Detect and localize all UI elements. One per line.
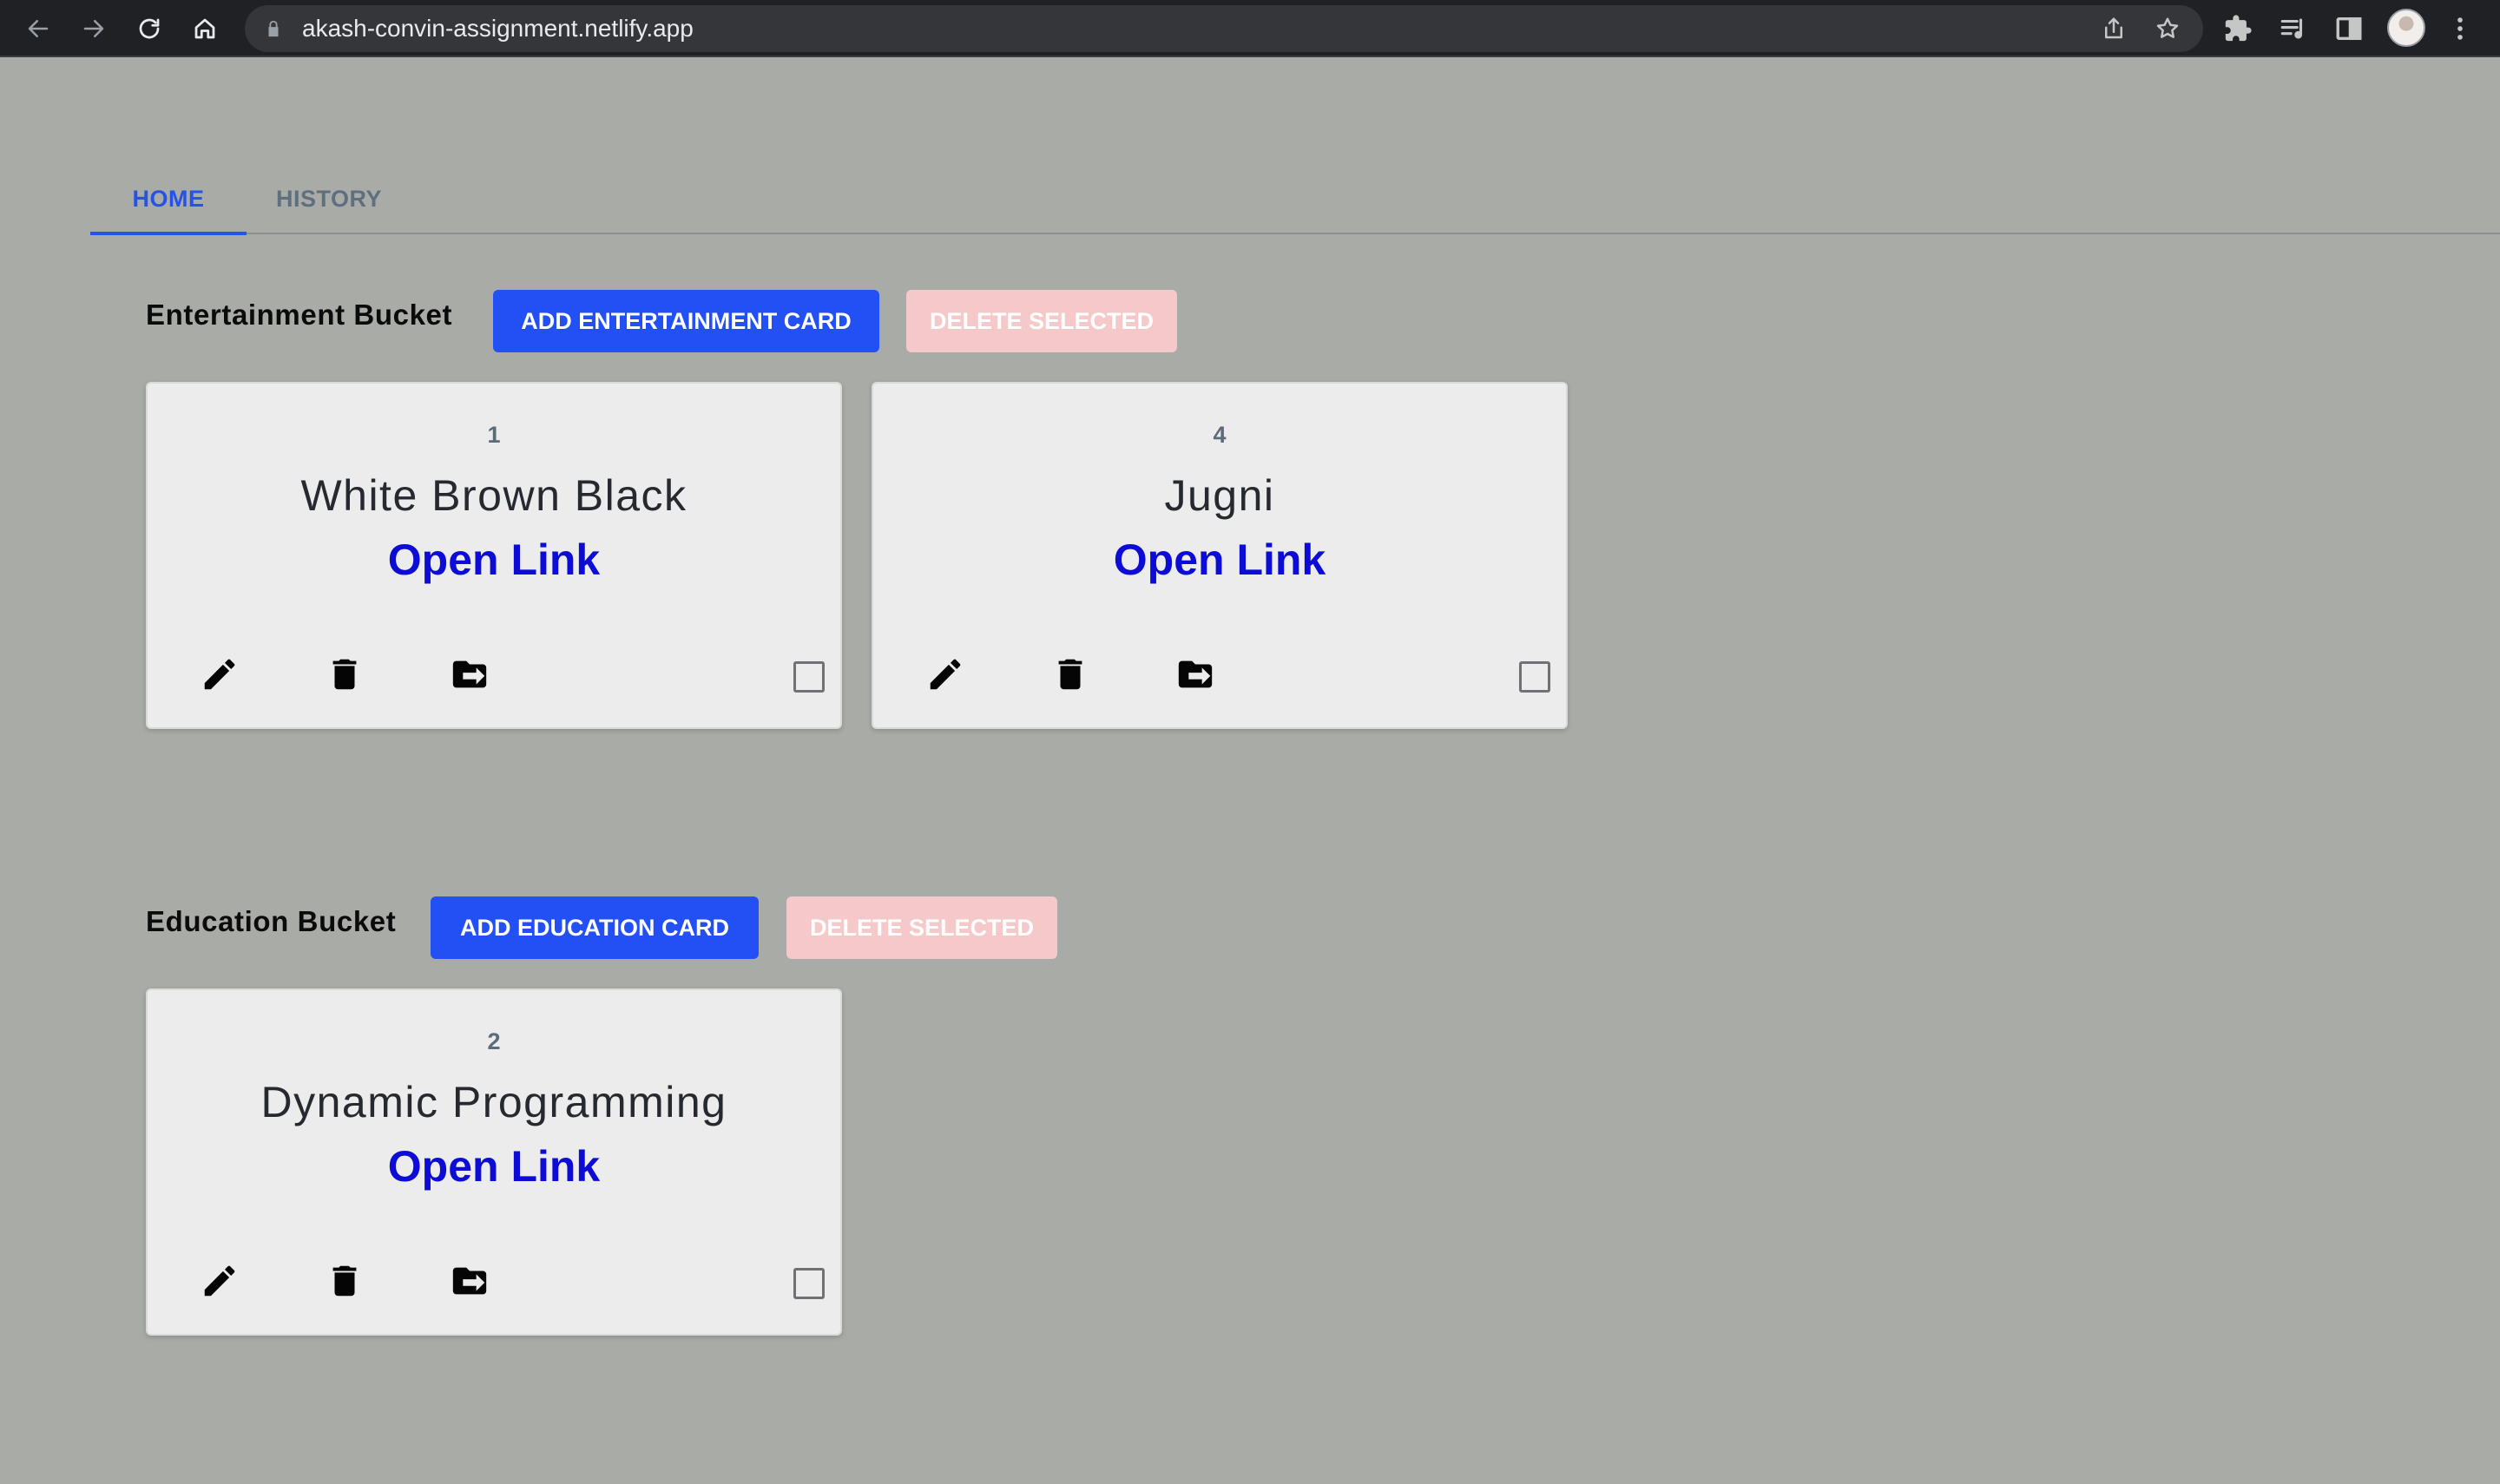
tab-history[interactable]: HISTORY <box>247 165 411 233</box>
move-folder-icon[interactable] <box>450 1261 490 1301</box>
card: 2 Dynamic Programming Open Link <box>146 988 842 1336</box>
more-menu-icon[interactable] <box>2444 13 2476 44</box>
side-panel-icon[interactable] <box>2333 13 2365 44</box>
url-text: akash-convin-assignment.netlify.app <box>302 15 694 42</box>
edit-pencil-icon[interactable] <box>200 654 240 694</box>
media-queue-icon[interactable] <box>2278 13 2309 44</box>
arrow-left-icon <box>28 20 49 37</box>
bucket-title-entertainment: Entertainment Bucket <box>146 299 453 331</box>
delete-trash-icon[interactable] <box>325 654 365 694</box>
open-link[interactable]: Open Link <box>873 535 1566 585</box>
delete-selected-education-button[interactable]: DELETE SELECTED <box>786 896 1057 959</box>
home-icon <box>194 18 215 39</box>
back-button[interactable] <box>21 11 56 46</box>
home-button[interactable] <box>188 11 222 46</box>
lock-icon <box>268 20 279 37</box>
forward-button[interactable] <box>76 11 111 46</box>
delete-trash-icon[interactable] <box>1050 654 1090 694</box>
card: 4 Jugni Open Link <box>872 382 1568 729</box>
select-checkbox[interactable] <box>793 661 825 693</box>
browser-toolbar: akash-convin-assignment.netlify.app <box>0 0 2500 57</box>
reload-button[interactable] <box>132 11 167 46</box>
card-id: 2 <box>487 1028 501 1054</box>
edit-pencil-icon[interactable] <box>200 1261 240 1301</box>
card-title: Jugni <box>1164 471 1275 520</box>
card-id: 1 <box>487 422 501 448</box>
bookmark-star-icon[interactable] <box>2155 16 2181 42</box>
move-folder-icon[interactable] <box>450 654 490 694</box>
open-link[interactable]: Open Link <box>148 1141 840 1192</box>
add-entertainment-card-button[interactable]: ADD ENTERTAINMENT CARD <box>493 290 879 352</box>
reload-icon <box>139 18 160 39</box>
card-id: 4 <box>1213 422 1227 448</box>
profile-avatar[interactable] <box>2387 9 2425 47</box>
edit-pencil-icon[interactable] <box>925 654 965 694</box>
delete-selected-entertainment-button[interactable]: DELETE SELECTED <box>906 290 1177 352</box>
delete-trash-icon[interactable] <box>325 1261 365 1301</box>
select-checkbox[interactable] <box>793 1268 825 1299</box>
open-link[interactable]: Open Link <box>148 535 840 585</box>
arrow-right-icon <box>83 20 104 37</box>
address-bar[interactable]: akash-convin-assignment.netlify.app <box>245 5 2203 52</box>
card: 1 White Brown Black Open Link <box>146 382 842 729</box>
move-folder-icon[interactable] <box>1175 654 1215 694</box>
card-title: White Brown Black <box>300 471 688 520</box>
tab-bar: HOME HISTORY <box>90 165 2500 235</box>
share-icon[interactable] <box>2101 16 2127 42</box>
tab-home[interactable]: HOME <box>90 165 247 233</box>
add-education-card-button[interactable]: ADD EDUCATION CARD <box>431 896 759 959</box>
select-checkbox[interactable] <box>1519 661 1550 693</box>
active-tab-indicator <box>90 232 247 235</box>
extensions-puzzle-icon[interactable] <box>2222 13 2253 44</box>
bucket-title-education: Education Bucket <box>146 905 397 937</box>
card-title: Dynamic Programming <box>260 1078 727 1126</box>
